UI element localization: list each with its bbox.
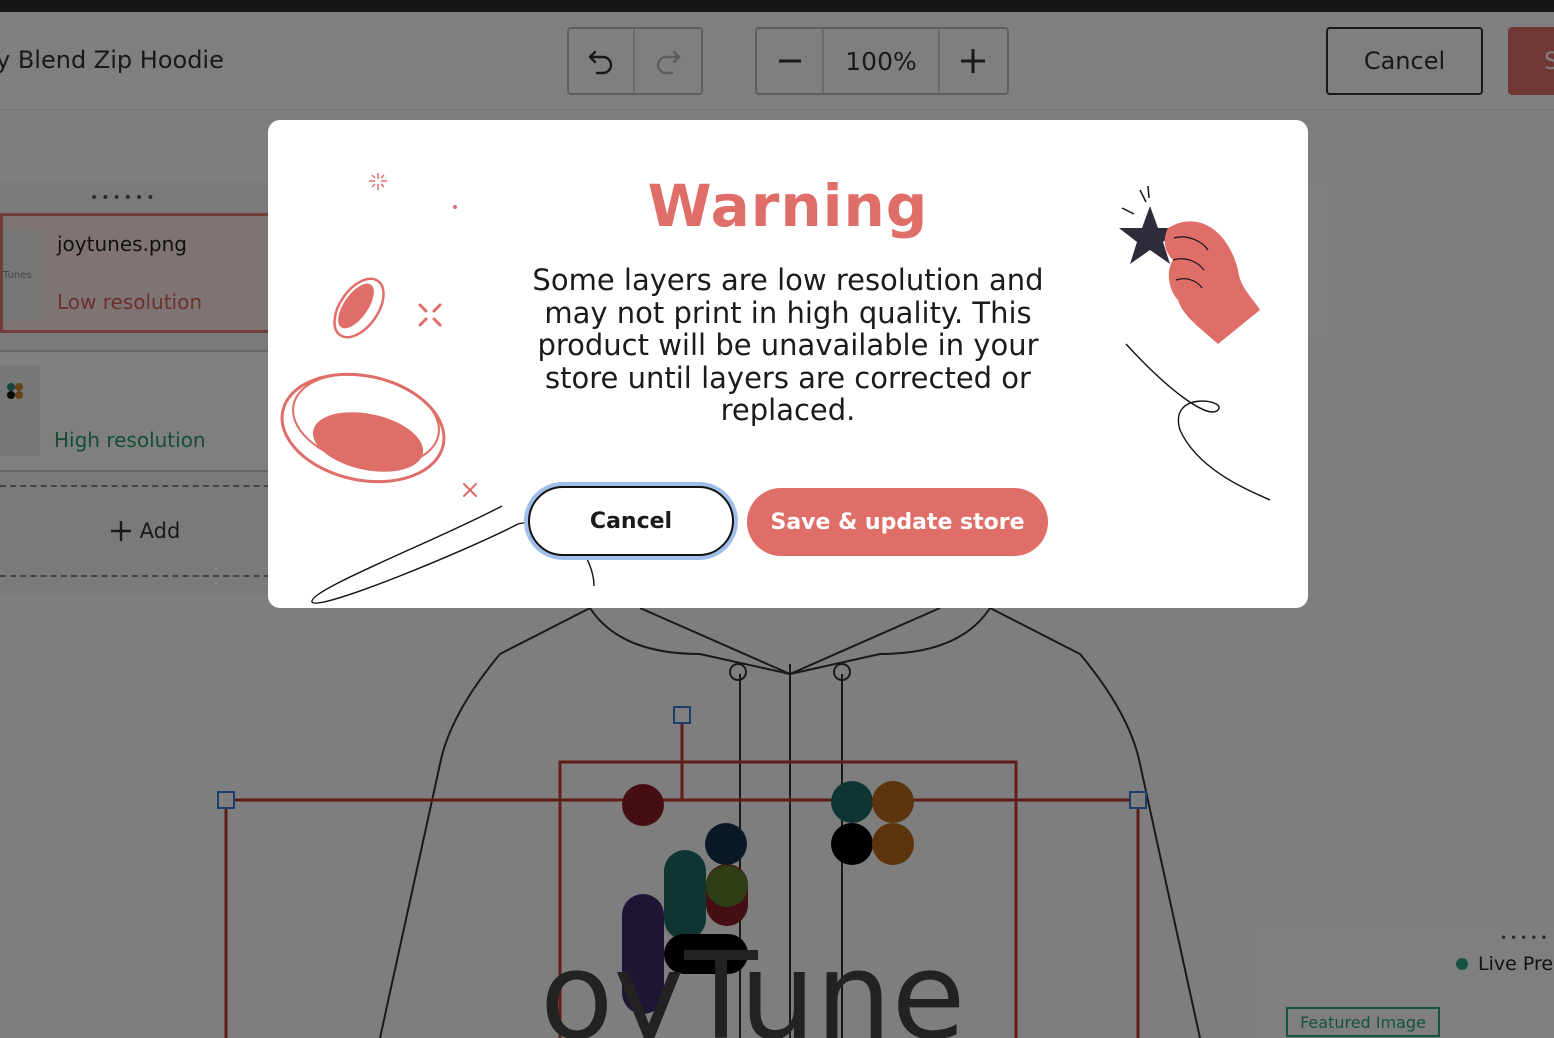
- dialog-message: Some layers are low resolution and may n…: [532, 263, 1044, 427]
- large-coin-icon: [280, 372, 446, 484]
- save-update-store-button[interactable]: Save & update store: [747, 488, 1048, 556]
- warning-dialog: Warning Some layers are low resolution a…: [268, 120, 1308, 608]
- small-coin-icon: [333, 277, 385, 339]
- dialog-title: Warning: [647, 172, 929, 240]
- dialog-cancel-button[interactable]: Cancel: [528, 486, 734, 556]
